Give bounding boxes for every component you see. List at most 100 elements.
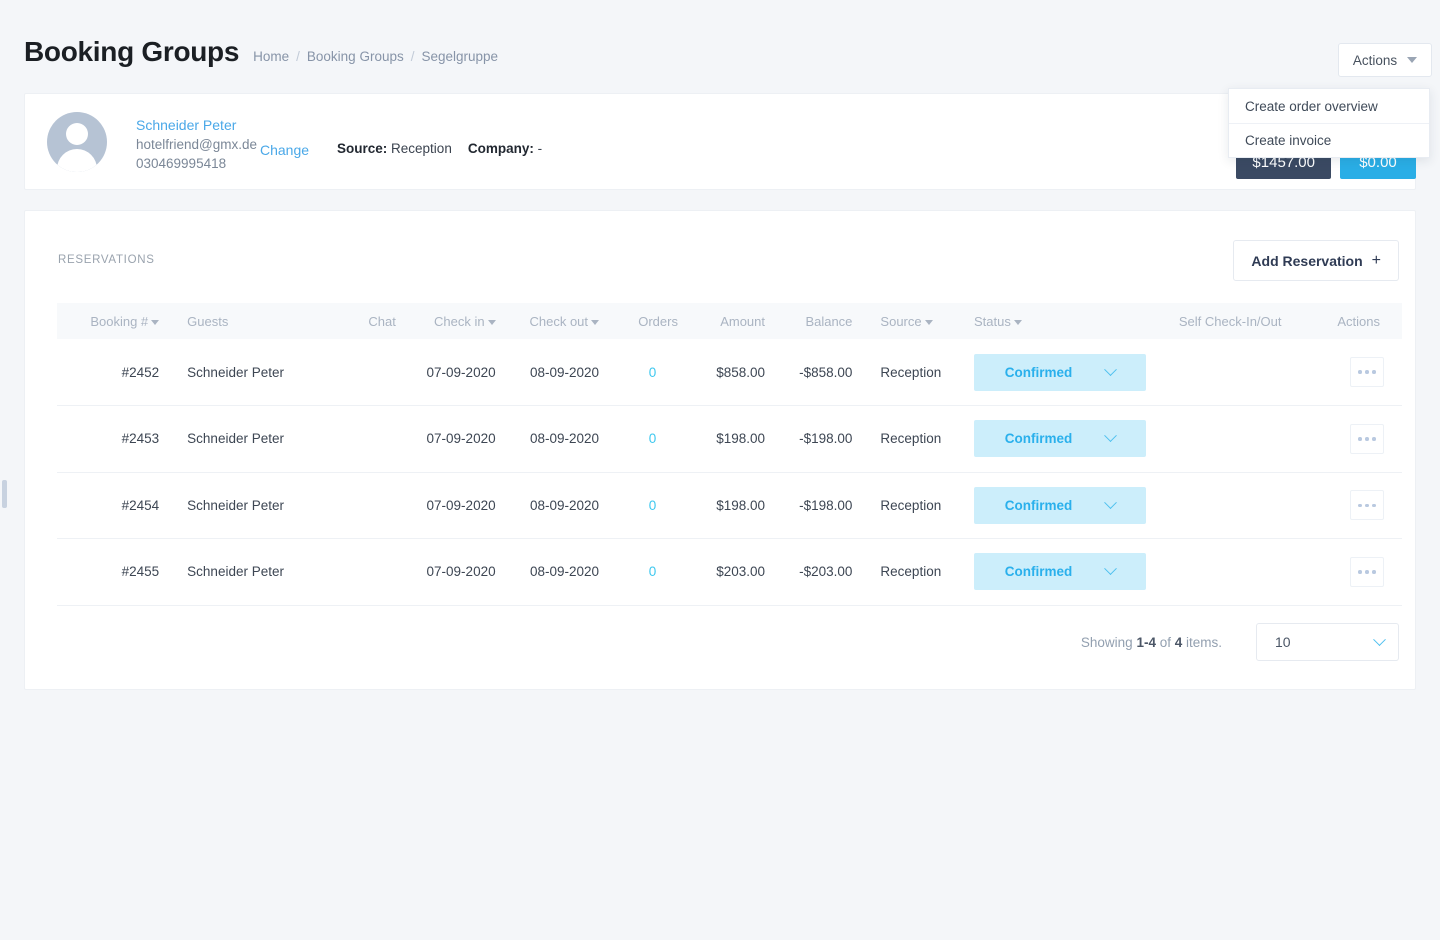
company-meta: Company: - [468,141,542,156]
column-label: Booking # [90,313,149,329]
chevron-down-icon [1373,632,1386,646]
change-guest-link[interactable]: Change [260,142,309,158]
sort-arrow-icon [591,319,600,325]
company-value: - [537,141,543,156]
cell-checkout: 08-09-2020 [529,431,600,447]
guest-info: Schneider Peter hotelfriend@gmx.de 03046… [136,117,257,172]
guest-email: hotelfriend@gmx.de [136,137,258,152]
breadcrumb: Home / Booking Groups / Segelgruppe [253,49,498,64]
menu-item-create-order-overview[interactable]: Create order overview [1229,89,1429,123]
more-options-icon[interactable] [1350,490,1384,521]
table-header-row: Booking # Guests Chat Check in Check out… [57,303,1402,339]
more-options-icon[interactable] [1350,357,1384,387]
panel-resize-handle[interactable] [2,480,7,508]
column-header-amount: Amount [692,303,779,339]
reservations-section-label: RESERVATIONS [58,254,155,266]
sort-arrow-icon [487,319,496,325]
source-label: Source: [337,141,388,156]
cell-self-checkin [1160,472,1296,539]
column-header-balance: Balance [779,303,866,339]
guest-summary-card: Schneider Peter hotelfriend@gmx.de 03046… [24,93,1416,190]
add-reservation-label: Add Reservation [1251,252,1363,269]
status-badge[interactable]: Confirmed [973,353,1146,391]
more-options-icon[interactable] [1350,556,1384,587]
cell-checkout: 08-09-2020 [529,364,600,380]
status-label: Confirmed [1004,497,1073,513]
cell-actions [1296,406,1403,473]
column-label: Orders [638,313,678,329]
cell-amount: $858.00 [716,364,765,380]
cell-orders: 0 [613,339,692,406]
per-page-select[interactable]: 10 [1256,623,1399,661]
column-label: Balance [805,313,853,329]
cell-balance: -$858.00 [799,364,853,380]
orders-count-link[interactable]: 0 [649,498,657,513]
page-header: Booking Groups Home / Booking Groups / S… [24,36,498,68]
status-label: Confirmed [1004,431,1073,447]
reservations-card: RESERVATIONS Add Reservation + Booking #… [24,210,1416,690]
cell-source: Reception [880,564,942,580]
source-meta: Source: Reception [337,141,452,156]
cell-chat [321,472,410,539]
status-badge[interactable]: Confirmed [973,420,1146,458]
cell-chat [321,539,410,606]
chevron-down-icon [1104,496,1118,509]
status-badge[interactable]: Confirmed [973,486,1146,524]
orders-count-link[interactable]: 0 [649,564,657,579]
column-header-guests: Guests [173,303,321,339]
column-label: Source [880,313,922,329]
chevron-down-icon [1407,57,1418,63]
column-label: Self Check-In/Out [1178,313,1282,329]
showing-middle: of [1155,634,1175,650]
chevron-down-icon [1104,362,1118,376]
cell-balance: -$198.00 [799,497,853,513]
cell-amount: $198.00 [716,497,765,513]
table-row: #2455 Schneider Peter 07-09-2020 08-09-2020… [57,539,1402,606]
sort-arrow-icon [1013,319,1022,325]
showing-range: 1-4 [1136,634,1156,650]
cell-checkout: 08-09-2020 [529,564,600,580]
cell-amount: $198.00 [716,431,765,447]
column-header-checkin[interactable]: Check in [410,303,510,339]
more-options-icon[interactable] [1350,423,1384,454]
menu-item-create-invoice[interactable]: Create invoice [1229,123,1429,157]
orders-count-link[interactable]: 0 [649,365,657,380]
cell-balance: -$203.00 [799,564,853,580]
breadcrumb-item-booking-groups[interactable]: Booking Groups [307,49,404,64]
column-label: Actions [1337,313,1380,329]
cell-checkout: 08-09-2020 [529,497,600,513]
status-label: Confirmed [1004,564,1073,580]
add-reservation-button[interactable]: Add Reservation + [1233,240,1399,281]
column-label: Status [973,313,1011,329]
table-body: #2452 Schneider Peter 07-09-2020 08-09-2020… [57,339,1402,605]
status-badge[interactable]: Confirmed [973,553,1146,591]
cell-guests: Schneider Peter [187,364,284,380]
guest-name-link[interactable]: Schneider Peter [136,117,257,134]
actions-button[interactable]: Actions [1338,43,1432,77]
table-row: #2452 Schneider Peter 07-09-2020 08-09-2020… [57,339,1402,406]
avatar-body-shape [57,149,97,172]
column-header-status[interactable]: Status [960,303,1160,339]
column-label: Check out [529,313,589,329]
cell-status: Confirmed [960,472,1160,539]
cell-orders: 0 [613,472,692,539]
column-header-booking[interactable]: Booking # [57,303,173,339]
cell-self-checkin [1160,406,1296,473]
column-label: Chat [368,313,396,329]
cell-status: Confirmed [960,539,1160,606]
cell-source: Reception [880,364,942,380]
guest-meta: Source: Reception Company: - [337,141,542,156]
breadcrumb-item-segelgruppe: Segelgruppe [421,49,499,64]
cell-checkin: 07-09-2020 [426,497,496,513]
column-label: Check in [434,313,485,329]
cell-status: Confirmed [960,406,1160,473]
avatar [47,112,107,172]
breadcrumb-separator: / [296,49,300,64]
breadcrumb-item-home[interactable]: Home [253,49,289,64]
cell-booking: #2452 [121,364,160,380]
chevron-down-icon [1104,429,1118,443]
column-header-checkout[interactable]: Check out [510,303,613,339]
orders-count-link[interactable]: 0 [649,431,657,446]
column-header-source[interactable]: Source [866,303,960,339]
breadcrumb-separator: / [410,49,415,64]
